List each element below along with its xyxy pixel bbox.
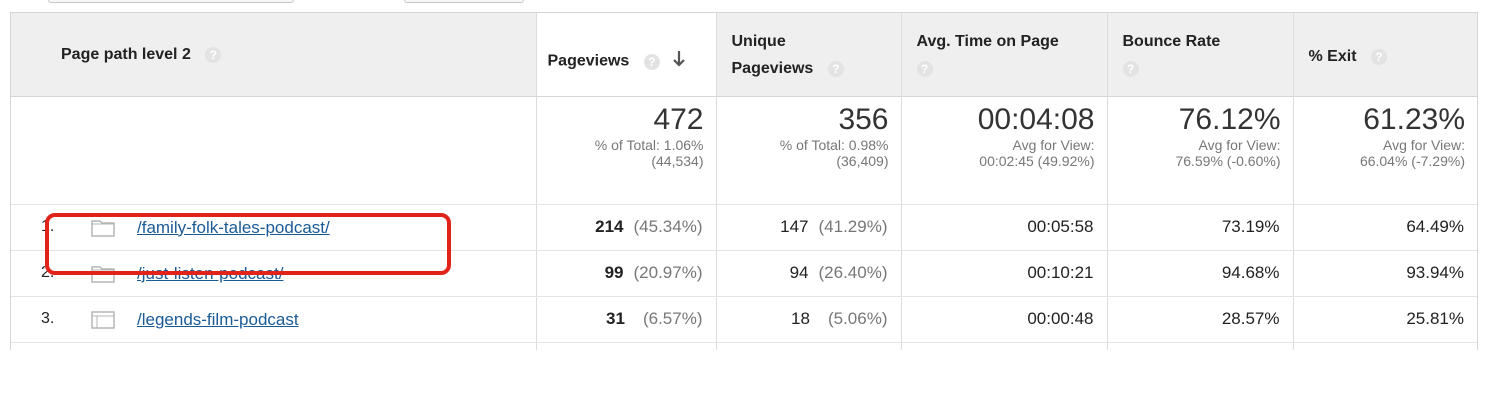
- column-header-label: % Exit: [1308, 48, 1357, 65]
- bounce-rate-cell: 94.68%: [1107, 250, 1294, 297]
- unique-pageviews-percent: (26.40%): [818, 263, 888, 282]
- page-icon: [91, 310, 115, 334]
- total-absolute-line: (44,534): [651, 152, 704, 169]
- folder-icon: [91, 219, 115, 242]
- unique-pageviews-cell: 18 (5.06%): [716, 296, 902, 343]
- column-header-label: Bounce Rate: [1122, 33, 1221, 50]
- total-percent-line: % of Total: 0.98%: [779, 136, 889, 153]
- help-icon[interactable]: ?: [205, 46, 222, 63]
- column-header-avg-time[interactable]: Avg. Time on Page ?: [901, 13, 1108, 97]
- table-row: 1. /family-folk-tales-podcast/ 214 (45.34…: [11, 204, 1477, 251]
- unique-pageviews-value: 94: [789, 263, 809, 282]
- pageviews-cell: 99 (20.97%): [536, 250, 717, 297]
- column-header-exit[interactable]: % Exit ?: [1293, 13, 1477, 97]
- report-table-frame: Page path level 2 ? Pageviews ? Unique P…: [10, 12, 1478, 350]
- pageviews-value: 99: [604, 263, 624, 282]
- page-path-link[interactable]: /family-folk-tales-podcast/: [137, 218, 330, 238]
- table-header-row: Page path level 2 ? Pageviews ? Unique P…: [11, 13, 1477, 97]
- unique-pageviews-percent: (5.06%): [827, 309, 888, 328]
- totals-cell-bounce-rate: 76.12% Avg for View: 76.59% (-0.60%): [1107, 96, 1294, 205]
- totals-row: 472 % of Total: 1.06% (44,534) 356 % of …: [11, 96, 1477, 205]
- dropdown-stub[interactable]: [404, 0, 524, 3]
- folder-icon: [91, 265, 115, 288]
- top-controls-strip: [0, 0, 1488, 12]
- pageviews-value: 214: [595, 217, 624, 236]
- pageviews-cell: 214 (45.34%): [536, 204, 717, 251]
- total-avg-value: 76.59% (-0.60%): [1175, 152, 1281, 169]
- column-header-pageviews[interactable]: Pageviews ?: [536, 13, 717, 97]
- table-row-partial: [11, 342, 1477, 350]
- totals-cell-pageviews: 472 % of Total: 1.06% (44,534): [536, 96, 717, 205]
- column-header-label: Unique: [731, 33, 786, 50]
- help-icon[interactable]: ?: [643, 53, 660, 70]
- exit-cell: 25.81%: [1293, 296, 1477, 343]
- pageviews-cell: 31 (6.57%): [536, 296, 717, 343]
- bounce-rate-cell: 28.57%: [1107, 296, 1294, 343]
- total-absolute-line: (36,409): [836, 152, 889, 169]
- dropdown-stub[interactable]: [48, 0, 294, 3]
- column-header-label: Page path level 2: [61, 46, 191, 63]
- total-avg-label: Avg for View:: [1198, 136, 1281, 153]
- column-header-bounce-rate[interactable]: Bounce Rate ?: [1107, 13, 1294, 97]
- totals-cell-avg-time: 00:04:08 Avg for View: 00:02:45 (49.92%): [901, 96, 1108, 205]
- column-header-unique-pageviews[interactable]: Unique Pageviews ?: [716, 13, 902, 97]
- page-path-link[interactable]: /legends-film-podcast: [137, 310, 299, 330]
- unique-pageviews-cell: 147 (41.29%): [716, 204, 902, 251]
- column-header-dimension[interactable]: Page path level 2 ?: [11, 13, 537, 97]
- avg-time-cell: 00:10:21: [901, 250, 1108, 297]
- pageviews-percent: (6.57%): [642, 309, 703, 328]
- avg-time-cell: 00:00:48: [901, 296, 1108, 343]
- help-icon[interactable]: ?: [916, 60, 933, 77]
- help-icon[interactable]: ?: [1370, 48, 1387, 65]
- bounce-rate-cell: 73.19%: [1107, 204, 1294, 251]
- help-icon[interactable]: ?: [827, 60, 844, 77]
- column-header-label: Avg. Time on Page: [916, 33, 1059, 50]
- total-value: 356: [838, 102, 889, 136]
- row-number: 2.: [41, 263, 55, 281]
- totals-label-cell: [11, 96, 537, 205]
- exit-cell: 64.49%: [1293, 204, 1477, 251]
- row-number: 1.: [41, 217, 55, 235]
- column-header-label: Pageviews: [547, 52, 630, 70]
- unique-pageviews-cell: 94 (26.40%): [716, 250, 902, 297]
- total-value: 61.23%: [1363, 102, 1465, 136]
- pageviews-percent: (20.97%): [633, 263, 703, 282]
- pageviews-percent: (45.34%): [633, 217, 703, 236]
- unique-pageviews-value: 147: [780, 217, 809, 236]
- totals-cell-unique-pageviews: 356 % of Total: 0.98% (36,409): [716, 96, 902, 205]
- sort-descending-icon[interactable]: [672, 50, 686, 73]
- exit-cell: 93.94%: [1293, 250, 1477, 297]
- table-row: 3. /legends-film-podcast 31 (6.57%) 18 (5.…: [11, 296, 1477, 343]
- total-value: 76.12%: [1178, 102, 1281, 136]
- dimension-cell: 3. /legends-film-podcast: [11, 296, 537, 343]
- dimension-cell: 2. /just-listen-podcast/: [11, 250, 537, 297]
- total-avg-value: 66.04% (-7.29%): [1359, 152, 1465, 169]
- total-value: 00:04:08: [977, 102, 1095, 136]
- help-icon[interactable]: ?: [1122, 60, 1139, 77]
- avg-time-cell: 00:05:58: [901, 204, 1108, 251]
- total-avg-value: 00:02:45 (49.92%): [979, 152, 1095, 169]
- unique-pageviews-percent: (41.29%): [818, 217, 888, 236]
- report-table: Page path level 2 ? Pageviews ? Unique P…: [11, 13, 1477, 350]
- total-avg-label: Avg for View:: [1383, 136, 1465, 153]
- page-path-link[interactable]: /just-listen-podcast/: [137, 264, 283, 284]
- pageviews-value: 31: [606, 309, 625, 328]
- table-row: 2. /just-listen-podcast/ 99 (20.97%) 94 (2…: [11, 250, 1477, 297]
- unique-pageviews-value: 18: [791, 309, 810, 328]
- dimension-cell: 1. /family-folk-tales-podcast/: [11, 204, 537, 251]
- row-number: 3.: [41, 309, 55, 327]
- total-value: 472: [653, 102, 704, 136]
- total-percent-line: % of Total: 1.06%: [594, 136, 704, 153]
- total-avg-label: Avg for View:: [1012, 136, 1095, 153]
- column-header-label: Pageviews: [731, 60, 814, 77]
- totals-cell-exit: 61.23% Avg for View: 66.04% (-7.29%): [1293, 96, 1477, 205]
